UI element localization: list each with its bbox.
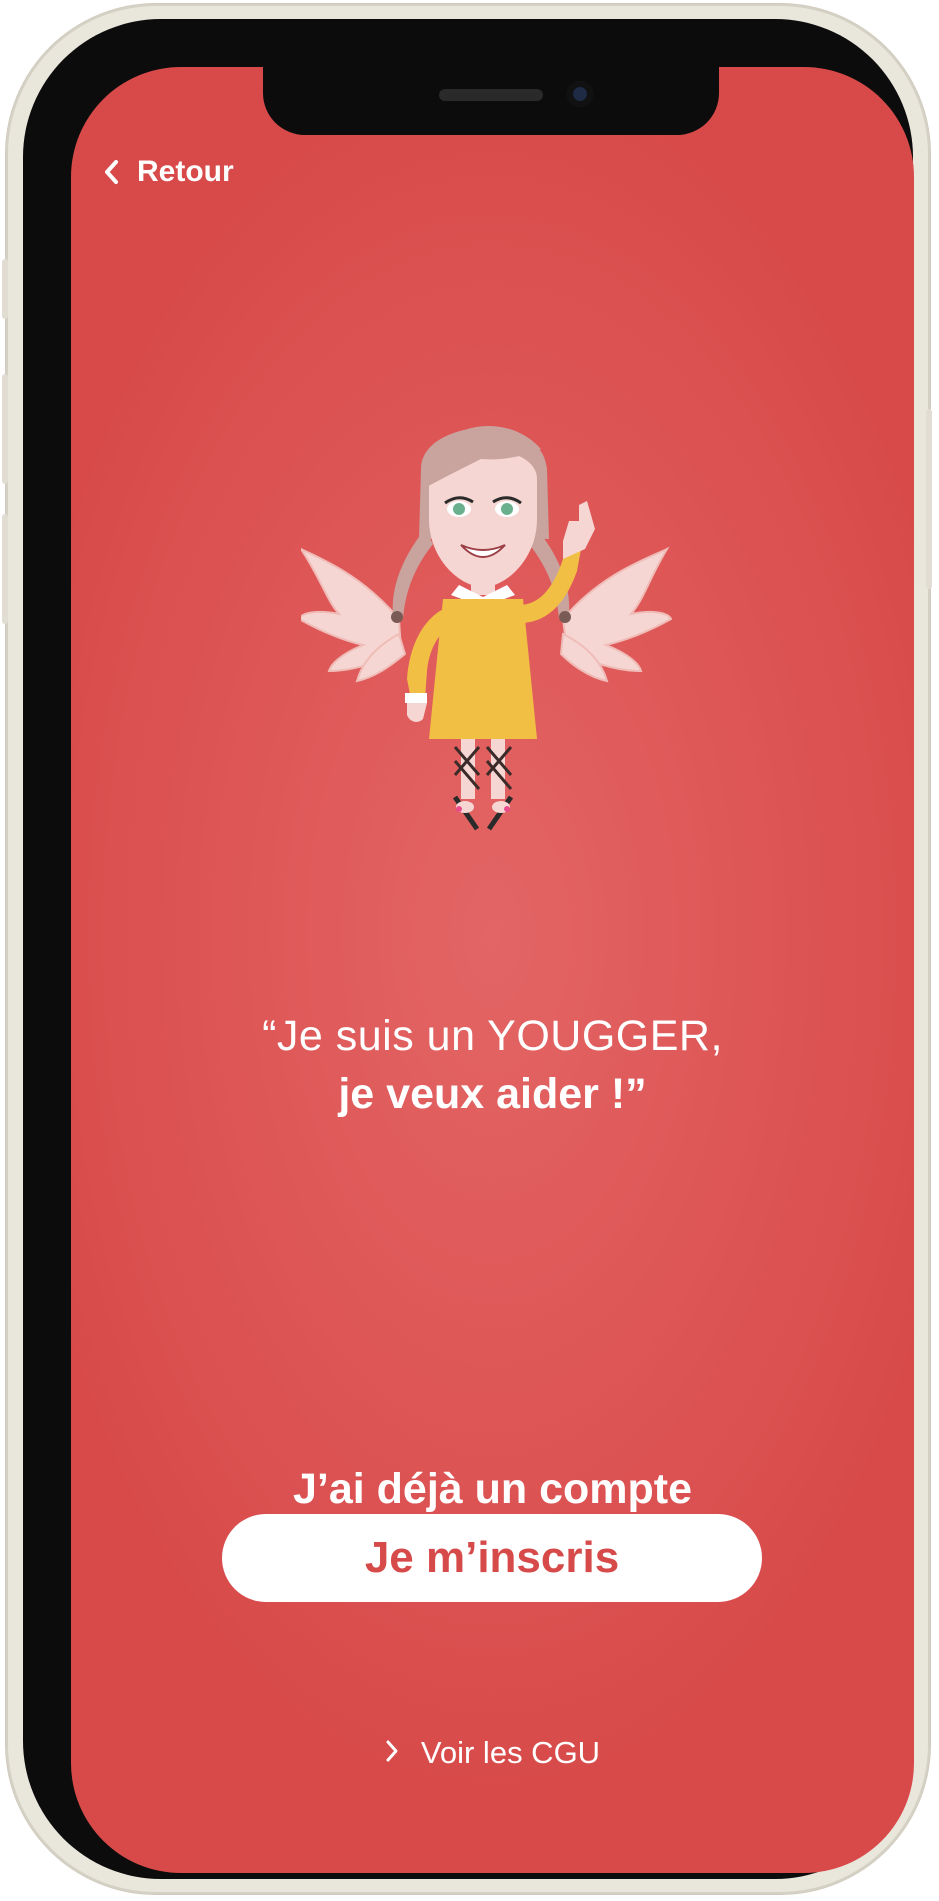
- hero-quote-line-1: “Je suis un YOUGGER,: [262, 1012, 723, 1060]
- volume-down-button: [2, 514, 8, 624]
- login-link[interactable]: J’ai déjà un compte: [71, 1465, 914, 1514]
- chevron-right-icon: [385, 1735, 399, 1771]
- register-button[interactable]: Je m’inscris: [222, 1514, 762, 1602]
- speaker-grille: [439, 89, 543, 101]
- back-button[interactable]: Retour: [103, 155, 234, 189]
- terms-link[interactable]: Voir les CGU: [71, 1735, 914, 1771]
- hero-quote-line-2: je veux aider !”: [338, 1070, 647, 1118]
- mute-switch: [2, 259, 8, 319]
- phone-frame: Retour “Je suis un YOUGGER, je veux aide…: [2, 4, 932, 1894]
- hero-quote: “Je suis un YOUGGER, je veux aider !”: [71, 1007, 914, 1123]
- power-button: [926, 409, 932, 589]
- angel-mascot-illustration: [301, 425, 673, 831]
- app-screen: Retour “Je suis un YOUGGER, je veux aide…: [71, 67, 914, 1873]
- notch: [263, 67, 719, 135]
- chevron-left-icon: [103, 159, 119, 185]
- front-camera: [567, 81, 593, 107]
- terms-link-label: Voir les CGU: [420, 1735, 601, 1770]
- phone-bezel: Retour “Je suis un YOUGGER, je veux aide…: [23, 19, 914, 1879]
- volume-up-button: [2, 374, 8, 484]
- back-label: Retour: [137, 155, 234, 188]
